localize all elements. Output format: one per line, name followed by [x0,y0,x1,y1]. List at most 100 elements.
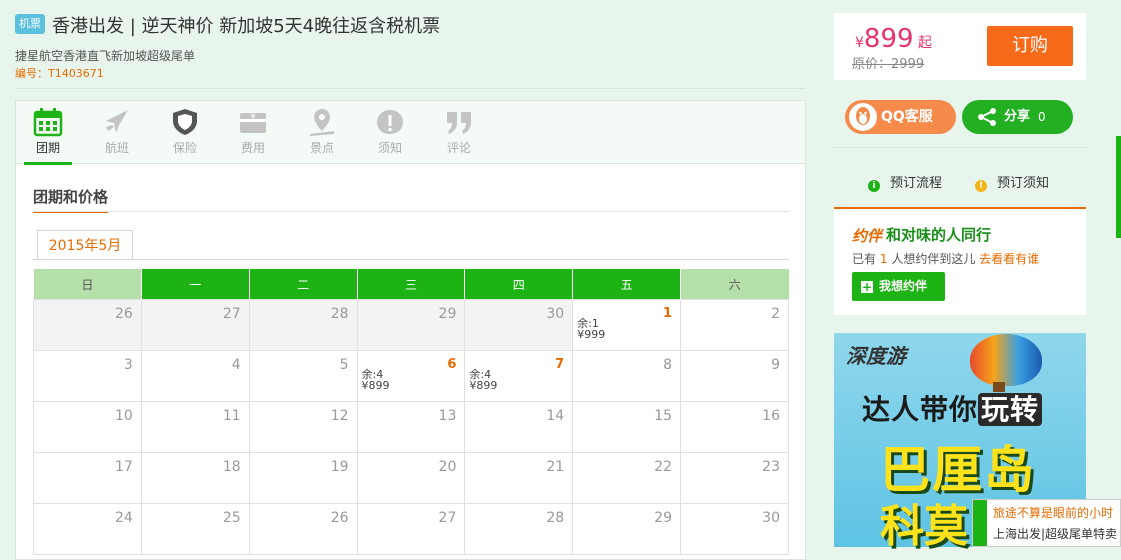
booking-process-label: 预订流程 [890,176,943,191]
share-label: 分享 [1004,109,1031,124]
calendar-day: 15 [572,401,682,453]
calendar-day: 2 [680,299,789,351]
calendar-icon [33,108,63,137]
map-pin-icon [310,109,334,136]
calendar-week: 17 18 19 20 21 22 23 [33,452,789,504]
day-number: 7 [555,357,565,372]
ad-headline-b: 玩转 [978,393,1043,426]
day-availability: 余:4 ¥899 [362,369,390,391]
calendar-day: 28 [248,299,358,351]
calendar-day: 9 [680,350,789,402]
day-number: 29 [654,510,673,526]
weekday-header: 五 [572,269,681,300]
calendar-day: 10 [33,401,142,453]
calendar-week: 26 27 28 29 30 1 余:1 ¥999 2 [33,299,789,351]
day-number: 2 [771,306,780,322]
quote-icon [447,112,471,134]
toast-line-1: 旅途不算是眼前的小时 [993,506,1114,520]
booking-process-link[interactable]: i 预订流程 [868,172,942,192]
day-number: 28 [546,510,565,526]
calendar-day[interactable]: 7 余:4 ¥899 [464,350,574,402]
calendar-day: 26 [33,299,142,351]
tab-label: 费用 [240,141,265,155]
header-divider [15,88,805,89]
tab-flight[interactable]: 航班 [91,107,143,161]
calendar-day: 17 [33,452,142,504]
original-price-label: 原价： [852,57,892,72]
day-number: 27 [438,510,457,526]
day-number: 29 [438,306,457,322]
companion-count: 1 [879,252,888,266]
share-icon [978,108,996,126]
calendar: 日一二三四五六 26 27 28 29 30 1 余:1 ¥999 2 3 4 5 6 余:4 ¥899 7 余… [33,269,789,555]
day-number: 30 [546,306,565,322]
day-number: 23 [762,459,780,475]
tab-label: 景点 [309,141,334,155]
companion-summary: 已有 1 人想约伴到这儿 去看看有谁 [852,250,1039,267]
day-number: 16 [762,408,780,424]
day-number: 27 [222,306,241,322]
weekday-header: 三 [356,269,465,300]
qq-service-label: QQ客服 [881,109,933,125]
ad-headline: 达人带你 玩转 [862,388,1043,428]
share-button[interactable]: 分享 0 [962,100,1073,134]
calendar-day: 5 [248,350,358,402]
tab-schedule[interactable]: 团期 [22,107,74,165]
calendar-day: 11 [140,401,250,453]
calendar-day: 22 [572,452,682,504]
tab-sights[interactable]: 景点 [296,107,348,161]
weekday-header: 六 [680,269,789,300]
toast-accent [973,500,987,546]
weekday-header: 一 [140,269,250,300]
join-companion-button[interactable]: + 我想约伴 [852,272,945,301]
calendar-day[interactable]: 1 余:1 ¥999 [572,299,682,351]
yen-card-icon: ¥ [240,112,266,133]
calendar-day: 27 [140,299,250,351]
day-number: 21 [546,459,565,475]
promo-toast[interactable]: 旅途不算是眼前的小时 上海出发|超级尾单特卖 [972,499,1121,547]
month-tab[interactable]: 2015年5月 [37,230,133,260]
booking-notice-link[interactable]: ! 预订须知 [975,172,1049,192]
day-number: 15 [654,408,673,424]
companion-see-who-link[interactable]: 去看看有谁 [979,252,1039,266]
tab-reviews[interactable]: 评论 [433,107,485,161]
calendar-day: 14 [464,401,574,453]
svg-text:¥: ¥ [250,112,255,121]
weekday-header: 日 [33,269,142,300]
tab-notice[interactable]: 须知 [364,107,416,161]
day-number: 26 [330,510,349,526]
day-number: 19 [330,459,349,475]
day-price: ¥899 [361,379,390,392]
price-from: 起 [918,35,933,51]
original-price: 原价：2999 [852,53,924,72]
day-number: 17 [115,459,133,475]
calendar-day: 21 [464,452,574,504]
companion-title: 和对味的人同行 [886,226,992,244]
day-number: 25 [222,510,241,526]
tab-cost[interactable]: ¥ 费用 [227,107,279,161]
calendar-week: 10 11 12 13 14 15 16 [33,401,789,453]
price-value: 899 [863,24,914,54]
calendar-week: 3 4 5 6 余:4 ¥899 7 余:4 ¥899 8 9 [33,350,789,402]
day-number: 30 [762,510,780,526]
page-subtitle: 捷星航空香港直飞新加坡超级尾单 [15,49,196,63]
day-number: 24 [115,510,133,526]
day-number: 18 [222,459,241,475]
day-number: 9 [771,357,780,373]
info-icon: i [868,180,880,192]
booking-notice-label: 预订须知 [997,176,1050,191]
tab-insurance[interactable]: 保险 [159,107,211,161]
side-float-tab[interactable] [1116,136,1121,238]
calendar-day: 12 [248,401,358,453]
calendar-day: 23 [680,452,789,504]
tab-label: 评论 [446,141,471,155]
calendar-day: 8 [572,350,682,402]
month-divider [33,259,789,260]
calendar-day[interactable]: 6 余:4 ¥899 [356,350,466,402]
tab-label: 须知 [377,141,402,155]
day-number: 13 [438,408,457,424]
qq-service-button[interactable]: QQ客服 [845,100,956,134]
calendar-day: 19 [248,452,358,504]
ad-brand: 深度游 [846,344,906,368]
book-button[interactable]: 订购 [987,26,1073,66]
